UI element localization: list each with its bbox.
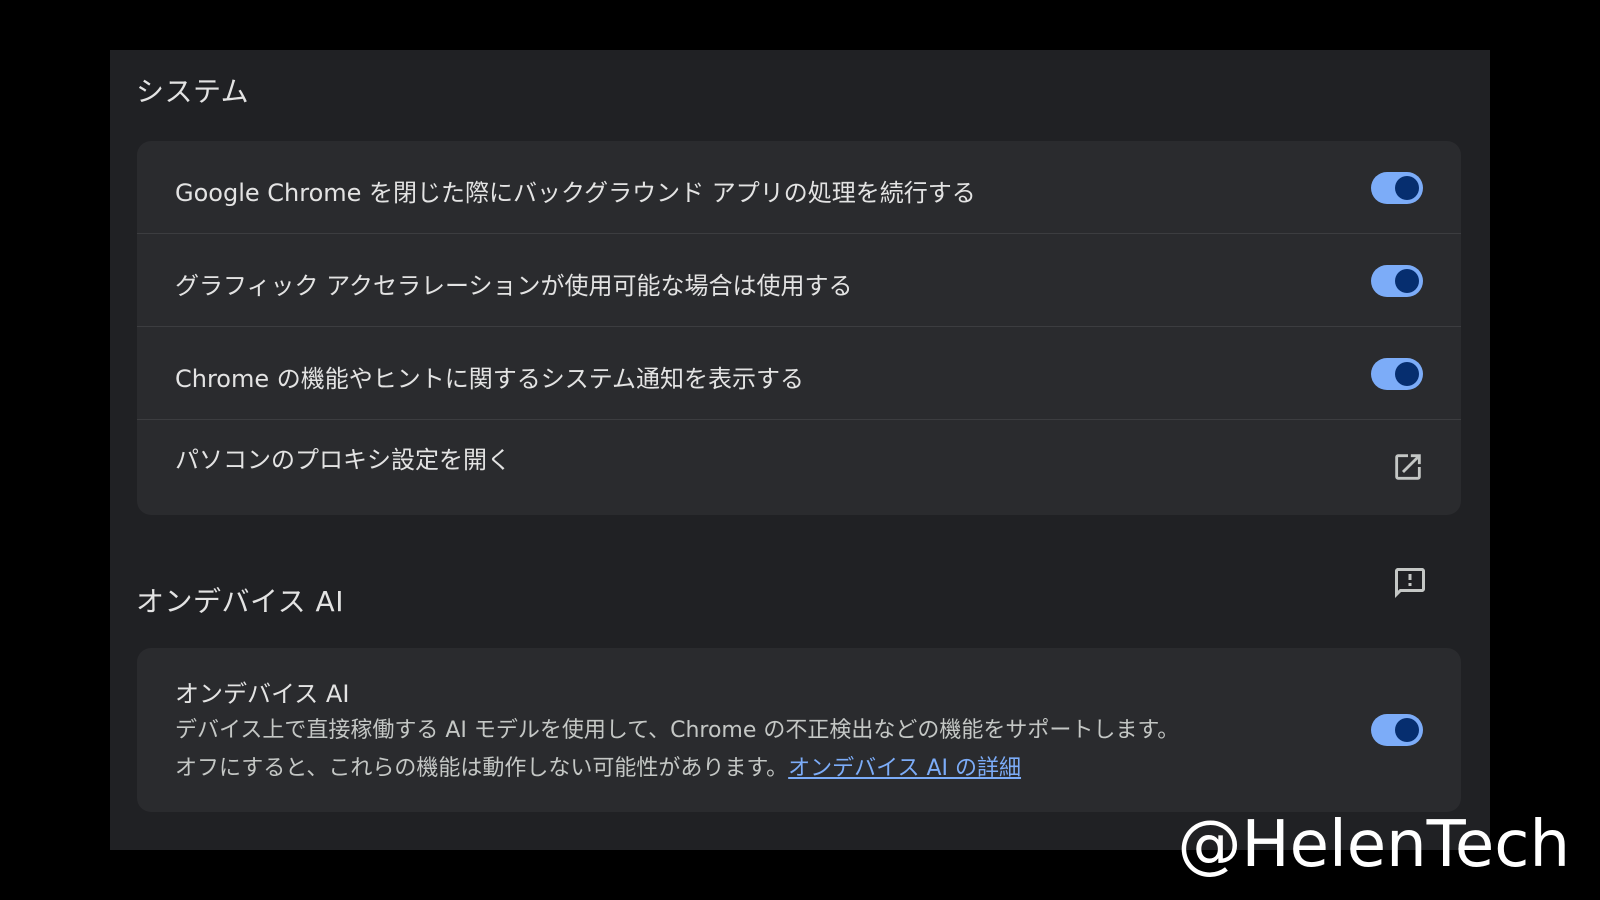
on-device-ai-description: デバイス上で直接稼働する AI モデルを使用して、Chrome の不正検出などの…: [175, 712, 1315, 788]
toggle-knob: [1395, 269, 1419, 293]
section-title-system: システム: [136, 75, 250, 108]
toggle-system-notifications[interactable]: [1371, 358, 1423, 390]
toggle-knob: [1395, 176, 1419, 200]
setting-row-hardware-acceleration[interactable]: グラフィック アクセラレーションが使用可能な場合は使用する: [137, 234, 1461, 327]
toggle-knob: [1395, 718, 1419, 742]
settings-panel: システム Google Chrome を閉じた際にバックグラウンド アプリの処理…: [110, 50, 1490, 850]
system-settings-card: Google Chrome を閉じた際にバックグラウンド アプリの処理を続行する…: [137, 141, 1461, 515]
setting-label-system-notifications: Chrome の機能やヒントに関するシステム通知を表示する: [175, 365, 805, 393]
on-device-ai-title: オンデバイス AI: [175, 680, 350, 708]
feedback-icon[interactable]: [1392, 565, 1428, 601]
description-line-1: デバイス上で直接稼働する AI モデルを使用して、Chrome の不正検出などの…: [175, 718, 1180, 743]
setting-label-hardware-acceleration: グラフィック アクセラレーションが使用可能な場合は使用する: [175, 272, 853, 300]
on-device-ai-card: オンデバイス AI デバイス上で直接稼働する AI モデルを使用して、Chrom…: [137, 648, 1461, 812]
setting-row-background-apps[interactable]: Google Chrome を閉じた際にバックグラウンド アプリの処理を続行する: [137, 141, 1461, 234]
toggle-knob: [1395, 362, 1419, 386]
description-line-2: オフにすると、これらの機能は動作しない可能性があります。オンデバイス AI の詳…: [175, 750, 1315, 788]
section-title-on-device-ai: オンデバイス AI: [136, 585, 344, 618]
toggle-hardware-acceleration[interactable]: [1371, 265, 1423, 297]
toggle-background-apps[interactable]: [1371, 172, 1423, 204]
setting-row-proxy-settings[interactable]: パソコンのプロキシ設定を開く: [137, 420, 1461, 513]
setting-label-proxy-settings: パソコンのプロキシ設定を開く: [175, 446, 511, 474]
toggle-on-device-ai[interactable]: [1371, 714, 1423, 746]
description-line-2-text: オフにすると、これらの機能は動作しない可能性があります。: [175, 756, 789, 781]
on-device-ai-learn-more-link[interactable]: オンデバイス AI の詳細: [788, 756, 1021, 781]
setting-row-system-notifications[interactable]: Chrome の機能やヒントに関するシステム通知を表示する: [137, 327, 1461, 420]
watermark: @HelenTech: [1177, 808, 1570, 882]
open-in-new-icon[interactable]: [1391, 450, 1425, 484]
setting-label-background-apps: Google Chrome を閉じた際にバックグラウンド アプリの処理を続行する: [175, 179, 976, 207]
